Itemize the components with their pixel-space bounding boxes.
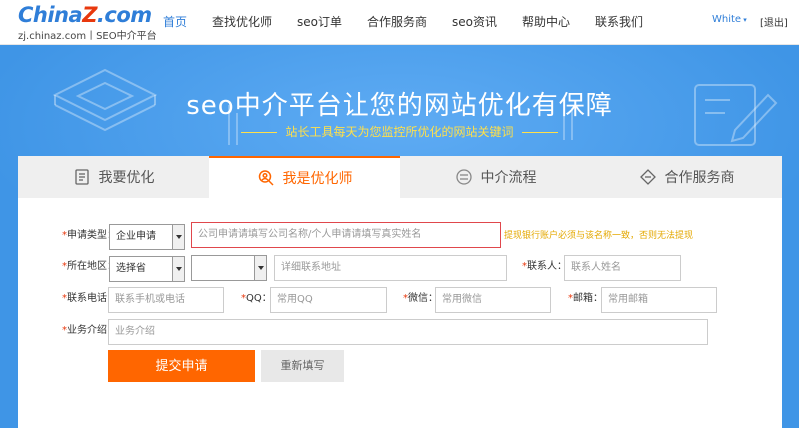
qq-label: *QQ： (241, 293, 272, 304)
hero-subtitle-text: 站长工具每天为您监控所优化的网站关键词 (285, 125, 514, 139)
tab-process[interactable]: 中介流程 (400, 156, 591, 198)
type-select[interactable]: 企业申请 (109, 224, 185, 250)
type-select-value: 企业申请 (116, 231, 156, 242)
contact-label: *联系人： (522, 261, 567, 272)
nav-partners[interactable]: 合作服务商 (367, 0, 427, 45)
tab-bar: 我要优化 我是优化师 中介流程 合作服务商 (18, 156, 782, 198)
address-input[interactable]: 详细联系地址 (274, 255, 507, 281)
name-input-placeholder: 公司申请请填写公司名称/个人申请请填写真实姓名 (198, 229, 422, 240)
nav-help[interactable]: 帮助中心 (522, 0, 570, 45)
reset-button[interactable]: 重新填写 (261, 350, 344, 382)
logout-link[interactable]: [退出] (760, 14, 788, 29)
logo-wordmark: ChinaZ.com (18, 3, 152, 27)
email-input[interactable]: 常用邮箱 (601, 287, 717, 313)
submit-button[interactable]: 提交申请 (108, 350, 255, 382)
biz-input[interactable]: 业务介绍 (108, 319, 708, 345)
wechat-input-placeholder: 常用微信 (442, 294, 482, 305)
biz-input-placeholder: 业务介绍 (115, 326, 155, 337)
chevron-down-icon (172, 257, 184, 281)
nav-seo-news[interactable]: seo资讯 (452, 0, 497, 45)
email-label: *邮箱： (568, 293, 603, 304)
wechat-input[interactable]: 常用微信 (435, 287, 551, 313)
name-input[interactable]: 公司申请请填写公司名称/个人申请请填写真实姓名 (191, 222, 501, 248)
nav-find-optimizer[interactable]: 查找优化师 (212, 0, 272, 45)
qq-input[interactable]: 常用QQ (270, 287, 387, 313)
main-nav: 首页 查找优化师 seo订单 合作服务商 seo资讯 帮助中心 联系我们 (163, 0, 668, 45)
tab-i-am-optimizer[interactable]: 我是优化师 (209, 156, 400, 198)
tab-label: 我是优化师 (282, 171, 353, 187)
divider-line (521, 132, 558, 133)
nav-seo-orders[interactable]: seo订单 (297, 0, 342, 45)
logo-subtitle: zj.chinaz.com丨SEO中介平台 (18, 31, 157, 42)
logo-text-china: China (18, 3, 83, 27)
phone-input[interactable]: 联系手机或电话 (108, 287, 224, 313)
top-header: ChinaZ.com zj.chinaz.com丨SEO中介平台 首页 查找优化… (0, 0, 799, 45)
chevron-down-icon: ▾ (741, 16, 747, 24)
user-name-link[interactable]: White ▾ (712, 14, 747, 25)
tab-label: 中介流程 (480, 170, 537, 186)
nav-contact[interactable]: 联系我们 (595, 0, 643, 45)
document-icon (74, 169, 89, 185)
tab-label: 我要优化 (98, 170, 155, 186)
user-search-icon (258, 170, 274, 186)
chevron-down-icon (254, 256, 266, 280)
user-name: White (712, 14, 742, 25)
application-form: *申请类型： 企业申请 公司申请请填写公司名称/个人申请请填写真实姓名 提现银行… (18, 198, 782, 428)
wechat-label: *微信： (403, 293, 438, 304)
flow-icon (455, 169, 472, 185)
city-select[interactable] (191, 255, 267, 281)
tab-label: 合作服务商 (664, 170, 735, 186)
handshake-icon (639, 169, 656, 185)
email-input-placeholder: 常用邮箱 (608, 294, 648, 305)
contact-input[interactable]: 联系人姓名 (564, 255, 681, 281)
contact-input-placeholder: 联系人姓名 (571, 262, 621, 273)
province-select-value: 选择省 (116, 263, 146, 274)
tab-partners[interactable]: 合作服务商 (591, 156, 782, 198)
divider-line (241, 132, 278, 133)
site-logo[interactable]: ChinaZ.com zj.chinaz.com丨SEO中介平台 (18, 3, 157, 42)
application-card: 我要优化 我是优化师 中介流程 合作服务商 *申请类型： 企业申请 公司申请请填… (18, 156, 782, 428)
logo-text-com: .com (96, 3, 152, 27)
address-input-placeholder: 详细联系地址 (281, 262, 341, 273)
phone-input-placeholder: 联系手机或电话 (115, 294, 185, 305)
nav-home[interactable]: 首页 (163, 0, 187, 45)
province-select[interactable]: 选择省 (109, 256, 185, 282)
qq-input-placeholder: 常用QQ (277, 294, 313, 305)
hero-title: seo中介平台让您的网站优化有保障 (186, 91, 613, 121)
tab-need-optimization[interactable]: 我要优化 (18, 156, 209, 198)
name-hint: 提现银行账户必须与该名称一致，否则无法提现 (504, 231, 694, 241)
hero-subtitle: 站长工具每天为您监控所优化的网站关键词 (0, 123, 799, 140)
chevron-down-icon (172, 225, 184, 249)
logo-text-z: Z (82, 3, 97, 27)
